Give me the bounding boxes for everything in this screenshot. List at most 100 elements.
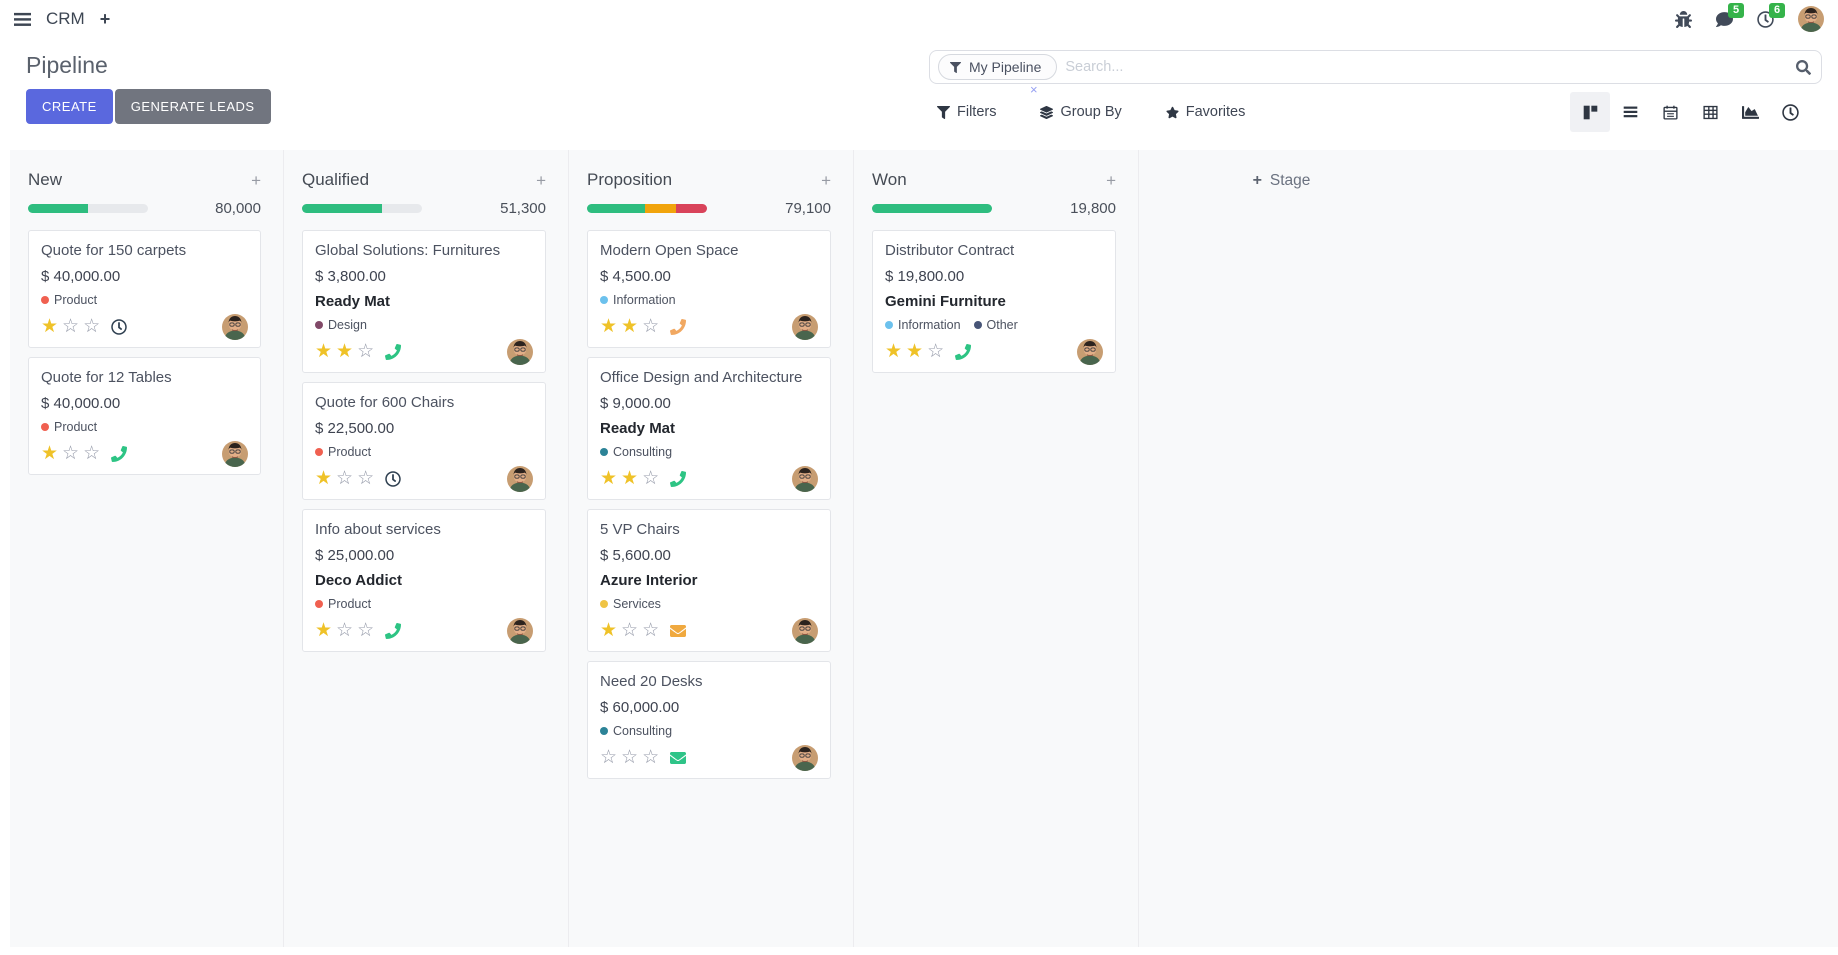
view-list-button[interactable] [1610,92,1650,132]
kanban-card[interactable]: Info about services $ 25,000.00 Deco Add… [302,509,546,652]
card-salesperson-avatar[interactable] [507,339,533,365]
card-salesperson-avatar[interactable] [222,314,248,340]
column-add-icon[interactable]: + [1106,172,1116,189]
star-empty-icon[interactable]: ☆ [642,468,659,489]
activities-icon[interactable]: 6 [1757,11,1774,28]
card-priority-stars[interactable]: ★★☆ [315,342,378,362]
star-empty-icon[interactable]: ☆ [621,747,638,768]
column-title[interactable]: New [28,170,62,190]
star-empty-icon[interactable]: ☆ [62,443,79,464]
card-salesperson-avatar[interactable] [792,314,818,340]
star-filled-icon[interactable]: ★ [600,316,617,337]
add-stage-button[interactable]: +Stage [1253,172,1311,190]
search-icon[interactable] [1796,60,1811,75]
star-empty-icon[interactable]: ☆ [83,443,100,464]
card-salesperson-avatar[interactable] [792,745,818,771]
star-empty-icon[interactable]: ☆ [83,316,100,337]
phone-icon[interactable] [385,623,401,639]
messages-icon[interactable]: 5 [1716,11,1733,28]
kanban-card[interactable]: Quote for 600 Chairs $ 22,500.00 Product… [302,382,546,500]
star-empty-icon[interactable]: ☆ [357,468,374,489]
star-empty-icon[interactable]: ☆ [357,341,374,362]
phone-icon[interactable] [670,471,686,487]
column-title[interactable]: Qualified [302,170,369,190]
kanban-card[interactable]: 5 VP Chairs $ 5,600.00 Azure Interior Se… [587,509,831,652]
star-empty-icon[interactable]: ☆ [336,468,353,489]
star-filled-icon[interactable]: ★ [906,341,923,362]
column-progressbar[interactable] [587,204,707,213]
card-salesperson-avatar[interactable] [222,441,248,467]
kanban-card[interactable]: Quote for 150 carpets $ 40,000.00 Produc… [28,230,261,348]
progress-segment[interactable] [645,204,676,213]
progress-segment[interactable] [587,204,645,213]
progress-segment[interactable] [28,204,88,213]
card-salesperson-avatar[interactable] [507,618,533,644]
phone-icon[interactable] [385,344,401,360]
card-salesperson-avatar[interactable] [792,618,818,644]
search-input[interactable] [1065,59,1796,75]
phone-icon[interactable] [955,344,971,360]
star-empty-icon[interactable]: ☆ [336,620,353,641]
view-activity-button[interactable] [1770,92,1810,132]
star-filled-icon[interactable]: ★ [315,468,332,489]
card-priority-stars[interactable]: ★★☆ [885,342,948,362]
view-calendar-button[interactable] [1650,92,1690,132]
app-menu-icon[interactable] [14,11,31,28]
star-filled-icon[interactable]: ★ [621,316,638,337]
card-priority-stars[interactable]: ☆☆☆ [600,748,663,768]
generate-leads-button[interactable]: GENERATE LEADS [115,89,271,124]
user-avatar[interactable] [1798,6,1824,32]
star-empty-icon[interactable]: ☆ [642,747,659,768]
star-filled-icon[interactable]: ★ [600,468,617,489]
star-filled-icon[interactable]: ★ [336,341,353,362]
clock-icon[interactable] [111,319,127,335]
progress-segment[interactable] [302,204,382,213]
kanban-card[interactable]: Global Solutions: Furnitures $ 3,800.00 … [302,230,546,373]
column-progressbar[interactable] [872,204,992,213]
column-add-icon[interactable]: + [536,172,546,189]
filters-button[interactable]: Filters [937,104,996,120]
favorites-button[interactable]: Favorites [1166,104,1246,120]
card-priority-stars[interactable]: ★★☆ [600,317,663,337]
card-priority-stars[interactable]: ★☆☆ [41,444,104,464]
column-add-icon[interactable]: + [821,172,831,189]
create-button[interactable]: CREATE [26,89,113,124]
clock-icon[interactable] [385,471,401,487]
card-priority-stars[interactable]: ★☆☆ [315,469,378,489]
kanban-card[interactable]: Need 20 Desks $ 60,000.00 Consulting ☆☆☆ [587,661,831,779]
kanban-card[interactable]: Distributor Contract $ 19,800.00 Gemini … [872,230,1116,373]
star-empty-icon[interactable]: ☆ [62,316,79,337]
star-empty-icon[interactable]: ☆ [357,620,374,641]
kanban-card[interactable]: Quote for 12 Tables $ 40,000.00 Product … [28,357,261,475]
star-filled-icon[interactable]: ★ [600,620,617,641]
envelope-icon[interactable] [670,623,686,639]
star-empty-icon[interactable]: ☆ [621,620,638,641]
star-empty-icon[interactable]: ☆ [927,341,944,362]
star-empty-icon[interactable]: ☆ [642,620,659,641]
star-filled-icon[interactable]: ★ [885,341,902,362]
add-tab-icon[interactable]: + [100,10,111,28]
search-facet-my-pipeline[interactable]: My Pipeline [938,54,1057,80]
card-priority-stars[interactable]: ★☆☆ [600,621,663,641]
star-filled-icon[interactable]: ★ [41,316,58,337]
phone-icon[interactable] [111,446,127,462]
star-filled-icon[interactable]: ★ [41,443,58,464]
kanban-card[interactable]: Modern Open Space $ 4,500.00 Information… [587,230,831,348]
kanban-card[interactable]: Office Design and Architecture $ 9,000.0… [587,357,831,500]
star-filled-icon[interactable]: ★ [315,341,332,362]
progress-segment[interactable] [872,204,992,213]
view-kanban-button[interactable] [1570,92,1610,132]
phone-icon[interactable] [670,319,686,335]
column-add-icon[interactable]: + [251,172,261,189]
star-empty-icon[interactable]: ☆ [600,747,617,768]
view-pivot-button[interactable] [1690,92,1730,132]
group-by-button[interactable]: Group By [1040,104,1121,120]
search-bar[interactable]: My Pipeline [929,50,1822,84]
card-salesperson-avatar[interactable] [507,466,533,492]
star-filled-icon[interactable]: ★ [315,620,332,641]
card-priority-stars[interactable]: ★★☆ [600,469,663,489]
progress-segment[interactable] [676,204,707,213]
star-empty-icon[interactable]: ☆ [642,316,659,337]
column-progressbar[interactable] [302,204,422,213]
card-salesperson-avatar[interactable] [1077,339,1103,365]
